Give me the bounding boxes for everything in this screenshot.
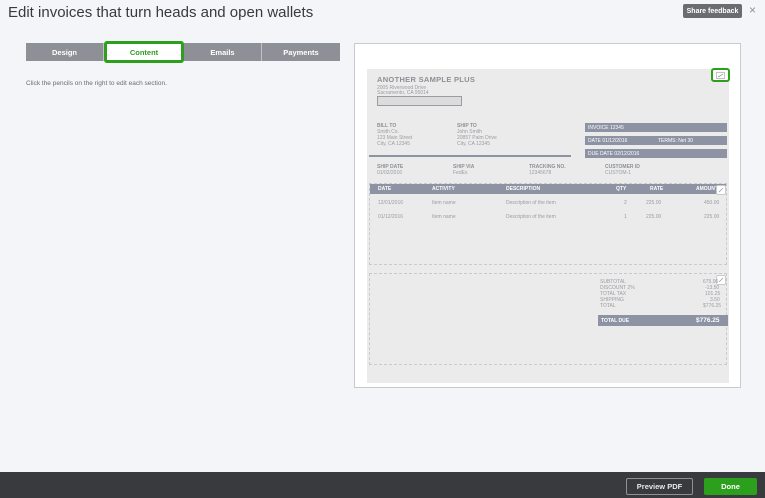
table-row: 01/12/2016 Item name Description of the …: [370, 214, 726, 222]
edit-items-pencil-button[interactable]: [716, 185, 726, 195]
tracking-number: 12345678: [529, 170, 552, 176]
total-due-label: TOTAL DUE: [601, 317, 630, 324]
line-items-section: DATE ACTIVITY DESCRIPTION QTY RATE AMOUN…: [369, 183, 727, 265]
totals-section: SUBTOTAL 675.00 DISCOUNT 2% -13.50 TOTAL…: [369, 273, 728, 365]
line-items-header: DATE ACTIVITY DESCRIPTION QTY RATE AMOUN…: [370, 184, 726, 194]
invoice-number: INVOICE 12345: [588, 124, 624, 131]
company-name: ANOTHER SAMPLE PLUS: [377, 75, 476, 84]
invoice-number-bar: INVOICE 12345: [585, 123, 727, 132]
page-title: Edit invoices that turn heads and open w…: [8, 4, 314, 21]
edit-header-pencil-button[interactable]: [711, 68, 730, 82]
customer-id: CUSTOM-1: [605, 170, 632, 176]
share-feedback-button[interactable]: Share feedback: [683, 4, 742, 18]
total-label: TOTAL: [600, 303, 616, 309]
bill-to-line-3: City, CA 12345: [377, 141, 410, 147]
pencil-icon: [718, 277, 724, 283]
row-qty: 1: [624, 214, 627, 220]
pencil-icon: [716, 71, 725, 79]
due-date: DUE DATE 02/12/2016: [588, 150, 640, 157]
preview-pdf-button[interactable]: Preview PDF: [626, 478, 693, 495]
shipping-divider: [369, 155, 571, 157]
row-date: 01/12/2016: [378, 214, 404, 220]
invoice-paper: ANOTHER SAMPLE PLUS 2005 Riverwood Drive…: [367, 69, 729, 383]
ship-to-line-3: City, CA 12345: [457, 141, 490, 147]
logo-placeholder: [377, 96, 462, 106]
row-amount: 225.00: [704, 214, 720, 220]
col-description: DESCRIPTION: [506, 186, 541, 192]
total-value: $776.25: [703, 303, 722, 309]
col-amount: AMOUNT: [696, 186, 718, 192]
total-due-value: $776.25: [696, 317, 720, 324]
close-icon[interactable]: ×: [749, 3, 756, 17]
invoice-date-bar: DATE 01/12/2016 TERMS: Net 30: [585, 136, 727, 145]
col-activity: ACTIVITY: [432, 186, 455, 192]
row-activity: Item name: [432, 200, 456, 206]
row-description: Description of the item: [506, 214, 556, 220]
tab-design[interactable]: Design: [26, 43, 104, 61]
tab-emails[interactable]: Emails: [184, 43, 262, 61]
instructions-text: Click the pencils on the right to edit e…: [26, 80, 167, 87]
row-amount: 450.00: [704, 200, 720, 206]
table-row: 12/01/2016 Item name Description of the …: [370, 200, 726, 208]
invoice-terms: TERMS: Net 30: [658, 137, 694, 144]
ship-via: FedEx: [453, 170, 468, 176]
tab-content[interactable]: Content: [104, 41, 184, 63]
pencil-icon: [718, 187, 724, 193]
invoice-date: DATE 01/12/2016: [588, 137, 628, 144]
row-qty: 2: [624, 200, 627, 206]
row-date: 12/01/2016: [378, 200, 404, 206]
due-date-bar: DUE DATE 02/12/2016: [585, 149, 727, 158]
done-button[interactable]: Done: [704, 478, 757, 495]
tab-bar: Design Content Emails Payments: [26, 41, 340, 63]
col-rate: RATE: [650, 186, 664, 192]
col-date: DATE: [378, 186, 392, 192]
row-description: Description of the item: [506, 200, 556, 206]
ship-date: 01/02/2016: [377, 170, 403, 176]
row-rate: 225.00: [646, 214, 662, 220]
row-activity: Item name: [432, 214, 456, 220]
invoice-preview-frame: ANOTHER SAMPLE PLUS 2005 Riverwood Drive…: [354, 43, 741, 388]
col-qty: QTY: [616, 186, 627, 192]
tab-payments[interactable]: Payments: [262, 43, 340, 61]
row-rate: 225.00: [646, 200, 662, 206]
